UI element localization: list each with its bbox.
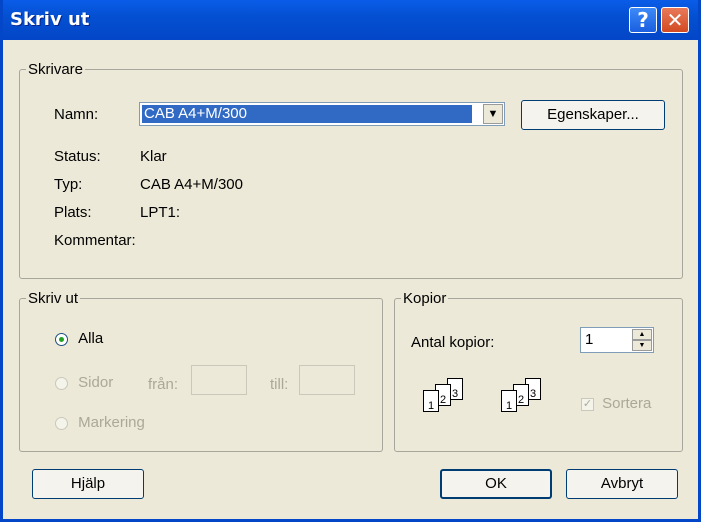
- type-value: CAB A4+M/300: [140, 176, 243, 193]
- copies-legend: Kopior: [403, 290, 447, 307]
- type-label: Typ:: [54, 176, 83, 193]
- status-value: Klar: [140, 148, 167, 165]
- copies-count-label: Antal kopior:: [411, 334, 495, 351]
- radio-pages-button[interactable]: [55, 376, 68, 390]
- radio-selection-button[interactable]: [55, 416, 68, 430]
- title-bar[interactable]: Skriv ut ? ✕: [0, 0, 701, 40]
- collate-label: Sortera: [602, 395, 652, 412]
- radio-selection-label: Markering: [78, 414, 145, 431]
- print-range-legend: Skriv ut: [28, 290, 79, 307]
- to-input[interactable]: [299, 365, 355, 395]
- printer-name-combobox[interactable]: CAB A4+M/300 ▼: [139, 102, 505, 126]
- dialog-body: Skrivare Namn: CAB A4+M/300 ▼ Egenskaper…: [3, 40, 698, 519]
- chevron-down-icon[interactable]: ▼: [483, 104, 503, 124]
- collate-pages-icon-1: 3 2 1: [413, 370, 483, 430]
- status-label: Status:: [54, 148, 101, 165]
- cancel-button[interactable]: Avbryt: [566, 469, 678, 499]
- spin-down-icon[interactable]: ▼: [632, 340, 652, 351]
- from-input[interactable]: [191, 365, 247, 395]
- page-1-icon: 1: [423, 390, 439, 412]
- collate-check-icon[interactable]: ✓: [581, 397, 594, 411]
- spin-up-icon[interactable]: ▲: [632, 329, 652, 340]
- window-title: Skriv ut: [10, 9, 90, 30]
- page-1-icon: 1: [501, 390, 517, 412]
- radio-pages-label: Sidor: [78, 374, 114, 391]
- properties-button[interactable]: Egenskaper...: [521, 100, 665, 130]
- location-value: LPT1:: [140, 204, 181, 221]
- printer-name-label: Namn:: [54, 106, 99, 123]
- to-label: till:: [270, 376, 289, 393]
- from-label: från:: [148, 376, 179, 393]
- radio-all-label: Alla: [78, 330, 104, 347]
- copies-spinner[interactable]: 1 ▲ ▼: [580, 327, 654, 353]
- copies-count-value: 1: [585, 331, 594, 348]
- location-label: Plats:: [54, 204, 92, 221]
- help-icon[interactable]: ?: [629, 7, 657, 33]
- collate-pages-icon-2: 3 2 1: [491, 370, 561, 430]
- ok-button[interactable]: OK: [440, 469, 552, 499]
- close-icon[interactable]: ✕: [661, 7, 689, 33]
- radio-selection[interactable]: Markering: [55, 414, 145, 431]
- help-button[interactable]: Hjälp: [32, 469, 144, 499]
- radio-all[interactable]: Alla: [55, 330, 103, 347]
- printer-name-value: CAB A4+M/300: [142, 105, 472, 123]
- comment-label: Kommentar:: [54, 232, 136, 249]
- radio-pages[interactable]: Sidor: [55, 374, 113, 391]
- collate-checkbox[interactable]: ✓ Sortera: [581, 395, 651, 412]
- printer-group-legend: Skrivare: [28, 61, 84, 78]
- radio-all-button[interactable]: [55, 332, 68, 346]
